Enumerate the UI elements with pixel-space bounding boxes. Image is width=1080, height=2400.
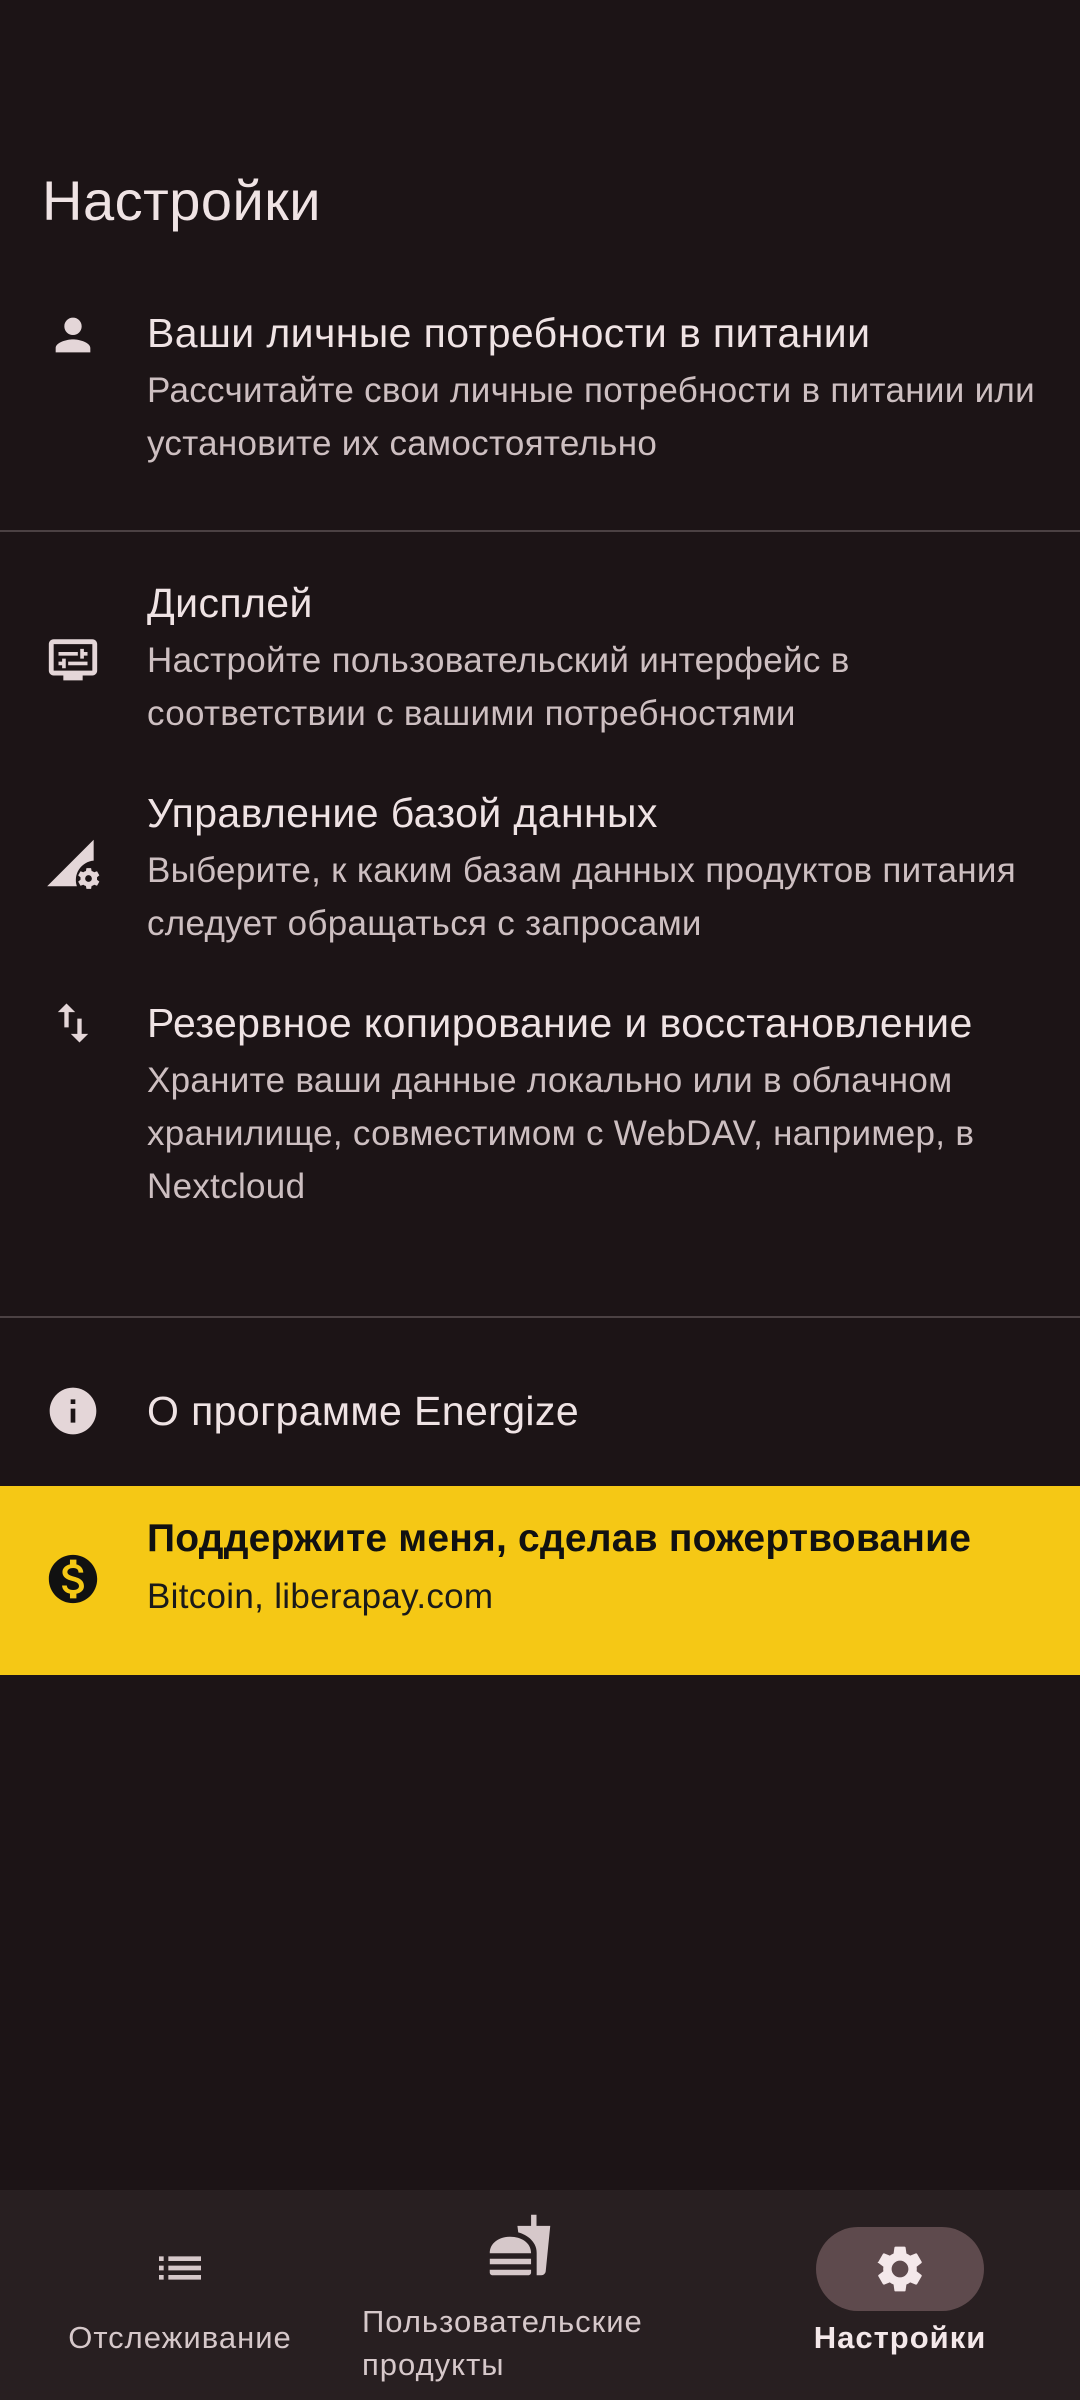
page-title: Настройки	[42, 169, 322, 232]
settings-item-donate[interactable]: Поддержите меня, сделав пожертвование Bi…	[0, 1486, 1080, 1675]
nav-label: Настройки	[813, 2320, 987, 2355]
settings-item-title: О программе Energize	[147, 1388, 580, 1434]
settings-item-nutrition[interactable]: Ваши личные потребности в питании Рассчи…	[0, 292, 1080, 472]
person-icon	[42, 304, 104, 366]
nav-item-products[interactable]: Пользовательские продукты	[340, 2190, 700, 2400]
divider	[0, 530, 1080, 532]
settings-item-subtitle: Рассчитайте свои личные потребности в пи…	[147, 371, 1036, 463]
divider	[0, 1316, 1080, 1318]
settings-item-title: Резервное копирование и восстановление	[147, 1000, 973, 1046]
nav-label: Отслеживание	[68, 2320, 292, 2355]
display-settings-icon	[42, 630, 104, 692]
nav-active-indicator	[816, 2227, 984, 2311]
settings-item-subtitle: Настройте пользовательский интерфейс в с…	[147, 641, 850, 733]
nav-label: Пользовательские продукты	[362, 2304, 643, 2382]
settings-item-display[interactable]: Дисплей Настройте пользовательский интер…	[0, 572, 1080, 752]
settings-item-title: Ваши личные потребности в питании	[147, 310, 871, 356]
nav-item-tracking[interactable]: Отслеживание	[30, 2190, 330, 2400]
dollar-icon	[42, 1548, 104, 1610]
settings-item-backup[interactable]: Резервное копирование и восстановление Х…	[0, 992, 1080, 1272]
settings-item-subtitle: Bitcoin, liberapay.com	[147, 1577, 494, 1616]
settings-page: Настройки Ваши личные потребности в пита…	[0, 0, 1080, 2400]
settings-item-title: Управление базой данных	[147, 790, 658, 836]
info-icon	[42, 1380, 104, 1442]
settings-item-about[interactable]: О программе Energize	[0, 1380, 1080, 1460]
gear-icon	[877, 2246, 922, 2292]
list-icon	[152, 2240, 208, 2296]
bottom-navigation: Отслеживание Пользовательские продукты Н…	[0, 2190, 1080, 2400]
settings-item-database[interactable]: Управление базой данных Выберите, к каки…	[0, 782, 1080, 962]
settings-item-subtitle: Выберите, к каким базам данных продуктов…	[147, 851, 1016, 943]
settings-item-subtitle: Храните ваши данные локально или в облач…	[147, 1061, 975, 1206]
settings-item-title: Поддержите меня, сделав пожертвование	[147, 1517, 972, 1560]
settings-item-title: Дисплей	[147, 580, 313, 626]
database-settings-icon	[42, 832, 104, 894]
fastfood-icon	[487, 2212, 553, 2278]
swap-vertical-icon	[42, 992, 104, 1054]
nav-item-settings[interactable]: Настройки	[750, 2190, 1050, 2400]
